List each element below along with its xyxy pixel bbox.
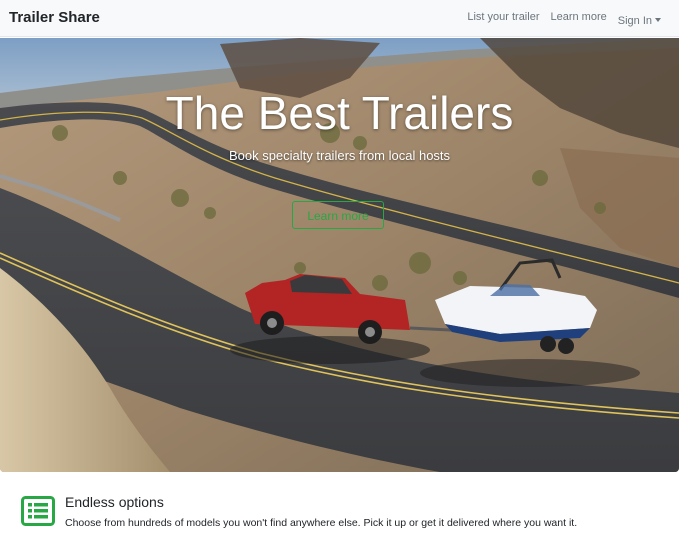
feature-endless-options: Endless options Choose from hundreds of …: [0, 472, 679, 542]
learn-more-button[interactable]: Learn more: [292, 201, 384, 229]
nav-links: List your trailer Learn more Sign In: [467, 11, 661, 29]
caret-down-icon: [655, 18, 661, 22]
nav-link-learn-more[interactable]: Learn more: [550, 11, 606, 29]
nav-link-list-your-trailer[interactable]: List your trailer: [467, 11, 539, 29]
sign-in-dropdown[interactable]: Sign In: [618, 11, 661, 29]
hero-title: The Best Trailers: [165, 87, 514, 139]
feature-title: Endless options: [65, 494, 164, 510]
hero-subtitle: Book specialty trailers from local hosts: [228, 148, 451, 163]
navbar: Trailer Share List your trailer Learn mo…: [0, 0, 679, 37]
list-icon: [21, 496, 55, 526]
feature-description: Choose from hundreds of models you won't…: [65, 517, 578, 529]
hero-jumbotron: The Best Trailers Book specialty trailer…: [0, 38, 679, 472]
brand-link[interactable]: Trailer Share: [9, 9, 100, 26]
nav-link-sign-in[interactable]: Sign In: [618, 15, 652, 27]
